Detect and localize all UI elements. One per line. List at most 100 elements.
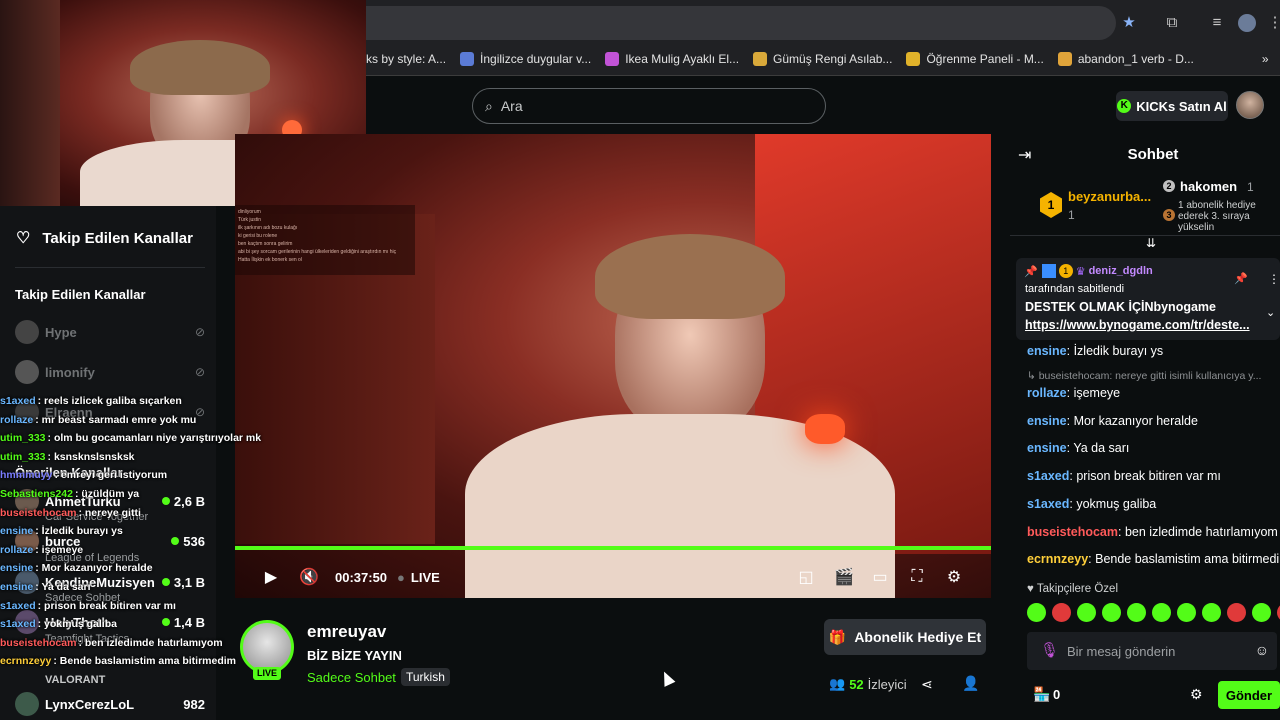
language-tag[interactable]: Turkish bbox=[401, 668, 450, 686]
video-person-hair bbox=[595, 234, 785, 319]
overlay-chat-line: rollaze: mr beast sarmadı emre yok mu bbox=[0, 413, 197, 426]
chat-text: yokmuş galiba bbox=[1076, 497, 1157, 511]
viewer-count: 👥 52 İzleyici bbox=[829, 676, 907, 692]
stream-category-link[interactable]: Sadece Sohbet bbox=[307, 670, 396, 685]
emote-icon[interactable] bbox=[1102, 603, 1121, 622]
chat-username[interactable]: s1axed bbox=[1027, 497, 1069, 511]
chat-username[interactable]: rollaze bbox=[1027, 386, 1067, 400]
top-gifter-name[interactable]: beyzanurba... bbox=[1068, 189, 1151, 204]
buy-kicks-button[interactable]: K KICKs Satın Al bbox=[1116, 91, 1228, 121]
sub-badge-icon: ♛ bbox=[1075, 265, 1086, 278]
chevron-down-icon[interactable]: ⌄ bbox=[1266, 306, 1275, 319]
search-input[interactable]: ⌕ Ara bbox=[472, 88, 826, 124]
streamer-name[interactable]: emreuyav bbox=[307, 622, 386, 642]
overlay-chat-line: buseistehocam: nereye gitti bbox=[0, 506, 141, 519]
pinned-by-label: tarafından sabitlendi bbox=[1025, 283, 1125, 295]
profile-icon[interactable] bbox=[1238, 14, 1256, 32]
gift-subscription-button[interactable]: 🎁 Abonelik Hediye Et bbox=[824, 619, 986, 655]
bookmark-item[interactable]: Ikea Mulig Ayaklı El... bbox=[605, 51, 739, 66]
second-gifter-count: 1 bbox=[1247, 180, 1254, 194]
star-bookmark-icon[interactable]: ★ bbox=[1120, 14, 1138, 32]
emote-icon[interactable] bbox=[1177, 603, 1196, 622]
settings-gear-icon[interactable]: ⚙ bbox=[945, 567, 963, 587]
send-button[interactable]: Gönder bbox=[1218, 681, 1280, 709]
emote-icon[interactable] bbox=[1077, 603, 1096, 622]
video-progress-bar[interactable] bbox=[235, 546, 991, 550]
chat-message-input[interactable]: 🎙 Bir mesaj gönderin ☺ bbox=[1027, 632, 1277, 670]
sidebar-item-hype[interactable]: Hype ⊘ bbox=[15, 320, 205, 344]
follow-user-icon[interactable]: 👤 bbox=[962, 675, 979, 692]
bookmarks-bar: ks by style: A... İngilizce duygular v...… bbox=[366, 42, 1280, 76]
video-player[interactable] bbox=[235, 134, 991, 598]
pinned-link[interactable]: https://www.bynogame.com/tr/deste... bbox=[1025, 318, 1250, 332]
share-icon[interactable]: ⋖ bbox=[921, 676, 933, 693]
stream-title: BİZ BİZE YAYIN bbox=[307, 648, 402, 663]
overlay-chat-line: rollaze: işemeye bbox=[0, 543, 84, 556]
miniplayer-icon[interactable]: ◱ bbox=[797, 567, 815, 587]
mute-icon[interactable]: 🔇 bbox=[299, 567, 319, 587]
emote-icon[interactable] bbox=[1202, 603, 1221, 622]
avatar bbox=[15, 692, 39, 716]
bookmark-item[interactable]: İngilizce duygular v... bbox=[460, 51, 591, 66]
user-avatar[interactable] bbox=[1236, 91, 1264, 119]
bookmark-favicon-icon bbox=[906, 51, 921, 66]
expand-leaderboard-icon[interactable]: ⇊ bbox=[1146, 236, 1156, 250]
offline-icon: ⊘ bbox=[194, 365, 205, 379]
bookmark-item[interactable]: abandon_1 verb - D... bbox=[1057, 51, 1194, 66]
gift-subscription-label: Abonelik Hediye Et bbox=[854, 629, 982, 645]
emote-icon[interactable] bbox=[1052, 603, 1071, 622]
bookmark-favicon-icon bbox=[605, 51, 620, 66]
microphone-icon[interactable]: 🎙 bbox=[1040, 641, 1059, 659]
pinned-text: DESTEK OLMAK İÇİNbynogame bbox=[1025, 300, 1216, 314]
followed-channels-header[interactable]: ♡ Takip Edilen Kanallar bbox=[16, 228, 193, 248]
chat-settings-gear-icon[interactable]: ⚙ bbox=[1190, 686, 1203, 703]
store-icon[interactable]: 🏪 bbox=[1033, 686, 1050, 703]
moderator-badge-icon bbox=[1041, 264, 1056, 278]
streamer-avatar[interactable] bbox=[240, 620, 294, 674]
menu-kebab-icon[interactable]: ⋮ bbox=[1266, 14, 1280, 32]
live-label[interactable]: LIVE bbox=[411, 570, 440, 585]
extensions-icon[interactable]: ⧉ bbox=[1163, 14, 1181, 32]
pinned-user[interactable]: deniz_dgdln bbox=[1089, 265, 1153, 277]
clip-icon[interactable]: 🎬 bbox=[834, 567, 854, 587]
search-placeholder: Ara bbox=[500, 98, 523, 114]
unpin-icon[interactable]: 📌 bbox=[1234, 272, 1248, 285]
address-bar[interactable] bbox=[366, 6, 1116, 40]
overlay-chat-line: utim_333: ksnsknslsnsksk bbox=[0, 450, 135, 463]
bookmarks-overflow-icon[interactable]: » bbox=[1262, 52, 1269, 66]
chat-username[interactable]: ensine bbox=[1027, 344, 1067, 358]
media-controls-icon[interactable]: ≡ bbox=[1208, 14, 1226, 32]
bookmark-favicon-icon bbox=[1057, 51, 1072, 66]
sidebar-item-limonify[interactable]: limonify ⊘ bbox=[15, 360, 205, 384]
bookmark-item[interactable]: Öğrenme Paneli - M... bbox=[906, 51, 1044, 66]
chat-text: işemeye bbox=[1073, 386, 1121, 400]
chat-username[interactable]: buseistehocam bbox=[1027, 525, 1118, 539]
emoji-icon[interactable]: ☺ bbox=[1255, 642, 1269, 658]
chat-username[interactable]: ensine bbox=[1027, 441, 1067, 455]
chat-username[interactable]: ensine bbox=[1027, 414, 1067, 428]
emote-icon[interactable] bbox=[1127, 603, 1146, 622]
chat-username[interactable]: ecrnnzeyy bbox=[1027, 552, 1088, 566]
chat-text: prison break bitiren var mı bbox=[1076, 469, 1221, 483]
emote-icon[interactable] bbox=[1027, 603, 1046, 622]
heart-icon: ♥ bbox=[1027, 583, 1037, 595]
bookmark-favicon-icon bbox=[753, 51, 768, 66]
theater-mode-icon[interactable]: ▭ bbox=[871, 567, 889, 587]
bookmark-item[interactable]: Gümüş Rengi Asılab... bbox=[753, 51, 892, 66]
emote-icon[interactable] bbox=[1152, 603, 1171, 622]
chat-text: Ya da sarı bbox=[1073, 441, 1130, 455]
heart-icon: ♡ bbox=[16, 230, 31, 247]
chat-username[interactable]: s1axed bbox=[1027, 469, 1069, 483]
video-candle-light bbox=[805, 414, 845, 444]
fullscreen-icon[interactable]: ⛶ bbox=[908, 568, 926, 586]
bookmark-item[interactable]: ks by style: A... bbox=[366, 52, 446, 66]
second-gifter-name[interactable]: hakomen bbox=[1180, 179, 1237, 194]
viewers-icon: 👥 bbox=[829, 676, 846, 691]
emote-icon[interactable] bbox=[1252, 603, 1271, 622]
emote-icon[interactable] bbox=[1227, 603, 1246, 622]
more-options-icon[interactable]: ⋮ bbox=[1268, 272, 1280, 286]
avatar bbox=[15, 360, 39, 384]
gifter-badge: 1 bbox=[1058, 264, 1073, 278]
sidebar-item-channel[interactable]: LynxCerezLoL 982 bbox=[15, 692, 205, 716]
mouse-cursor bbox=[658, 669, 676, 687]
